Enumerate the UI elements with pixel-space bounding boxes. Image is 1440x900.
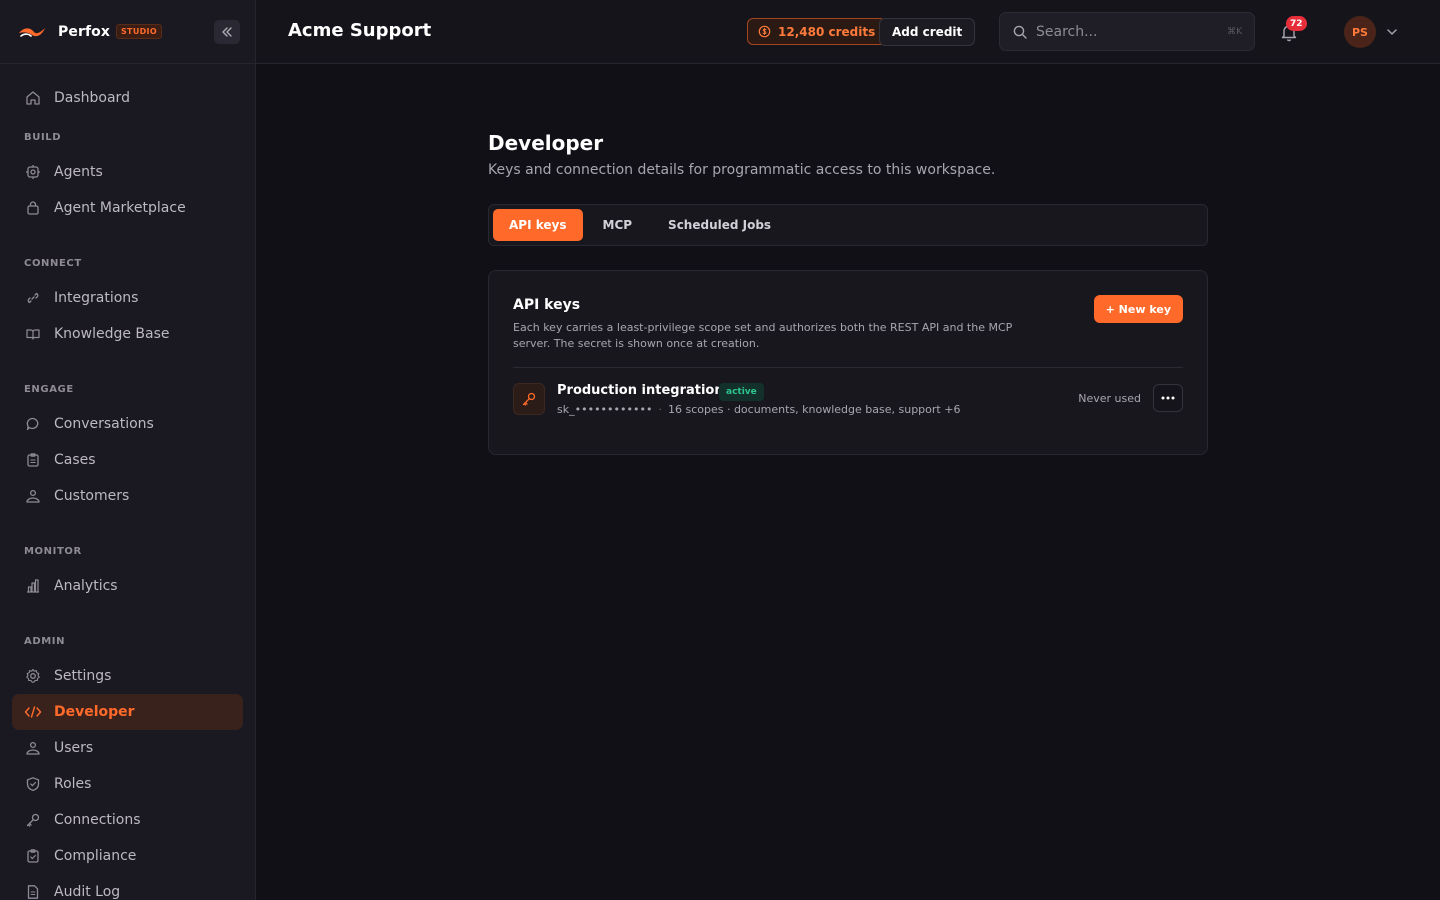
top-header: Acme Support 12,480 credits Add credit S… xyxy=(256,0,1440,64)
clipboard-icon xyxy=(24,451,42,469)
notification-badge: 72 xyxy=(1286,16,1307,31)
key-last-used: Never used xyxy=(1078,392,1141,405)
sidebar-item-label: Connections xyxy=(54,812,141,828)
shield-icon xyxy=(24,775,42,793)
sidebar-item-label: Cases xyxy=(54,452,96,468)
card-title: API keys xyxy=(513,297,581,313)
sidebar-item-knowledge-base[interactable]: Knowledge Base xyxy=(12,316,243,352)
sidebar-item-label: Audit Log xyxy=(54,884,121,900)
sidebar-item-integrations[interactable]: Integrations xyxy=(12,280,243,316)
api-keys-card: API keys Each key carries a least-privil… xyxy=(488,270,1208,455)
people-icon xyxy=(24,487,42,505)
sidebar-item-label: Dashboard xyxy=(54,90,130,106)
more-actions-button[interactable] xyxy=(1153,384,1183,412)
main-content: Developer Keys and connection details fo… xyxy=(256,64,1440,900)
key-icon xyxy=(513,383,545,415)
sidebar-item-roles[interactable]: Roles xyxy=(12,766,243,802)
bar-chart-icon xyxy=(24,577,42,595)
key-icon xyxy=(24,811,42,829)
sidebar-item-agents[interactable]: Agents xyxy=(12,154,243,190)
workspace-title: Acme Support xyxy=(288,20,432,41)
chevron-down-icon[interactable] xyxy=(1385,25,1399,39)
sidebar-item-developer[interactable]: Developer xyxy=(12,694,243,730)
sidebar-item-customers[interactable]: Customers xyxy=(12,478,243,514)
sidebar-item-compliance[interactable]: Compliance xyxy=(12,838,243,874)
link-icon xyxy=(24,289,42,307)
section-build: BUILD xyxy=(24,132,62,143)
status-badge: active xyxy=(719,383,764,401)
search-input[interactable]: Search... ⌘K xyxy=(999,12,1255,51)
table-row: Production integration active sk_•••••••… xyxy=(513,383,1183,416)
coin-icon xyxy=(758,25,771,38)
collapse-sidebar-button[interactable] xyxy=(214,20,240,44)
card-description: Each key carries a least-privilege scope… xyxy=(513,321,1013,350)
page-title: Developer xyxy=(488,131,604,155)
sidebar-item-label: Roles xyxy=(54,776,92,792)
sidebar: Perfox STUDIO Dashboard BUILD Agents Age… xyxy=(0,0,256,900)
ellipsis-icon xyxy=(1161,396,1175,400)
brand-badge: STUDIO xyxy=(116,24,162,39)
clipboard-check-icon xyxy=(24,847,42,865)
book-icon xyxy=(24,325,42,343)
sidebar-item-cases[interactable]: Cases xyxy=(12,442,243,478)
key-name: Production integration xyxy=(557,383,724,398)
sidebar-item-label: Users xyxy=(54,740,94,756)
sidebar-item-label: Agent Marketplace xyxy=(54,200,186,216)
separator-dot: · xyxy=(658,403,662,416)
code-icon xyxy=(24,703,42,721)
sidebar-item-label: Conversations xyxy=(54,416,154,432)
sidebar-item-label: Agents xyxy=(54,164,103,180)
sidebar-item-users[interactable]: Users xyxy=(12,730,243,766)
people-icon xyxy=(24,739,42,757)
section-engage: ENGAGE xyxy=(24,384,74,395)
sidebar-item-label: Settings xyxy=(54,668,112,684)
brand: Perfox STUDIO xyxy=(0,0,255,64)
brand-name: Perfox xyxy=(58,23,110,40)
sidebar-item-label: Knowledge Base xyxy=(54,326,170,342)
search-shortcut: ⌘K xyxy=(1227,26,1242,37)
section-monitor: MONITOR xyxy=(24,546,82,557)
document-icon xyxy=(24,883,42,900)
sidebar-nav: Dashboard BUILD Agents Agent Marketplace… xyxy=(0,64,255,900)
perfox-logo-icon xyxy=(19,27,45,37)
sidebar-item-dashboard[interactable]: Dashboard xyxy=(12,80,243,116)
double-chevron-left-icon xyxy=(222,27,232,37)
key-meta: sk_•••••••••••• · 16 scopes · documents,… xyxy=(557,403,960,416)
chat-icon xyxy=(24,415,42,433)
tab-bar: API keys MCP Scheduled Jobs xyxy=(488,204,1208,246)
section-admin: ADMIN xyxy=(24,636,66,647)
search-placeholder: Search... xyxy=(1036,23,1098,40)
section-connect: CONNECT xyxy=(24,258,82,269)
key-prefix: sk_•••••••••••• xyxy=(557,403,653,416)
sidebar-item-audit-log[interactable]: Audit Log xyxy=(12,874,243,900)
avatar[interactable]: PS xyxy=(1344,16,1376,48)
tab-api-keys[interactable]: API keys xyxy=(493,209,583,241)
cog-icon xyxy=(24,163,42,181)
app-root: Perfox STUDIO Dashboard BUILD Agents Age… xyxy=(0,0,1440,900)
sidebar-item-analytics[interactable]: Analytics xyxy=(12,568,243,604)
home-icon xyxy=(24,89,42,107)
sidebar-item-label: Compliance xyxy=(54,848,137,864)
credits-label: 12,480 credits xyxy=(778,24,876,39)
key-scopes: 16 scopes · documents, knowledge base, s… xyxy=(667,403,961,416)
sidebar-item-connections[interactable]: Connections xyxy=(12,802,243,838)
divider xyxy=(513,367,1183,368)
page-subtitle: Keys and connection details for programm… xyxy=(488,162,996,178)
tab-mcp[interactable]: MCP xyxy=(587,209,649,241)
new-key-button[interactable]: + New key xyxy=(1093,295,1183,323)
sidebar-item-agent-marketplace[interactable]: Agent Marketplace xyxy=(12,190,243,226)
sidebar-item-label: Developer xyxy=(54,704,135,720)
sidebar-item-label: Customers xyxy=(54,488,130,504)
sidebar-item-settings[interactable]: Settings xyxy=(12,658,243,694)
tab-scheduled-jobs[interactable]: Scheduled Jobs xyxy=(652,209,787,241)
credits-balance[interactable]: 12,480 credits xyxy=(747,18,887,45)
bag-icon xyxy=(24,199,42,217)
sidebar-item-conversations[interactable]: Conversations xyxy=(12,406,243,442)
sidebar-item-label: Analytics xyxy=(54,578,118,594)
add-credit-button[interactable]: Add credit xyxy=(879,18,976,46)
sidebar-item-label: Integrations xyxy=(54,290,139,306)
gear-icon xyxy=(24,667,42,685)
search-icon xyxy=(1012,24,1028,40)
